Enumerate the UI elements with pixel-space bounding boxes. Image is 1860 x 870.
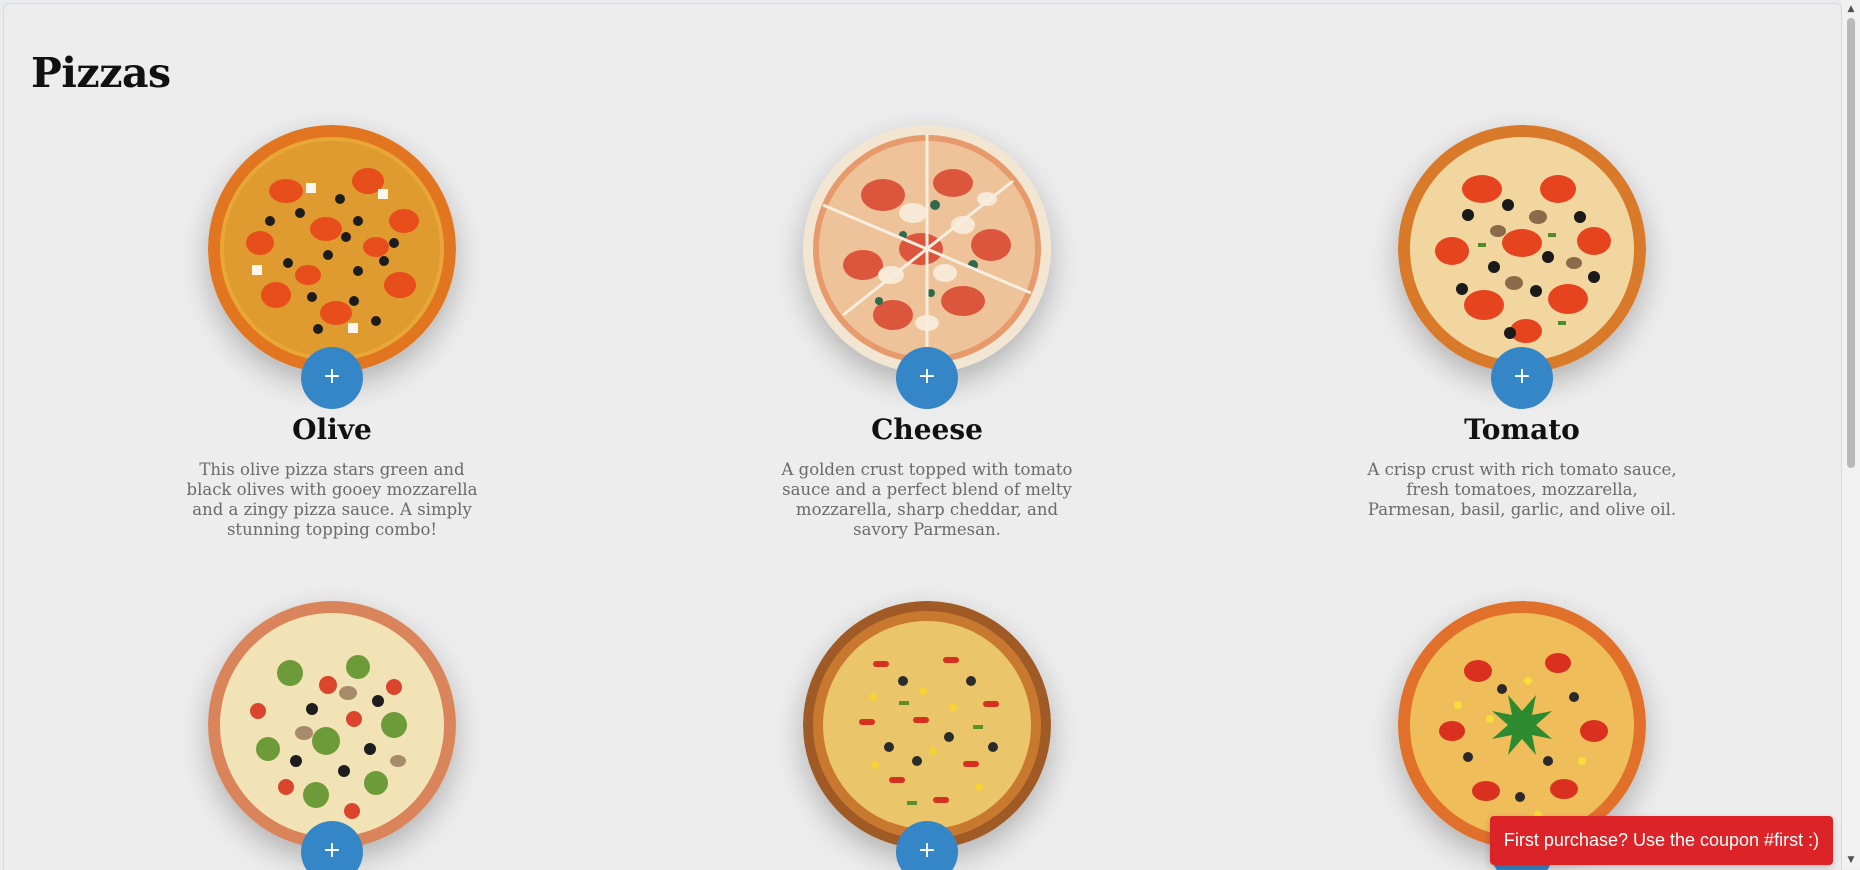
pizza-image	[208, 125, 456, 373]
pizza-description: This olive pizza stars green and black o…	[186, 460, 478, 539]
pizza-image	[1398, 125, 1646, 373]
add-to-cart-button[interactable]: +	[1491, 347, 1553, 409]
vertical-scrollbar[interactable]: ▲ ▼	[1842, 0, 1860, 869]
browser-viewport: Pizzas + Olive This olive pizza stars gr…	[3, 3, 1842, 870]
pizza-name: Tomato	[1464, 413, 1580, 446]
pizza-name: Cheese	[871, 413, 983, 446]
pizza-image	[803, 601, 1051, 849]
pizza-image	[208, 601, 456, 849]
pizza-grid: + Olive This olive pizza stars green and…	[4, 4, 1841, 870]
pizza-image	[1398, 601, 1646, 849]
pizza-name: Olive	[292, 413, 372, 446]
scroll-up-icon[interactable]: ▲	[1842, 0, 1860, 18]
pizza-image	[803, 125, 1051, 373]
add-to-cart-button[interactable]: +	[301, 347, 363, 409]
pizza-description: A crisp crust with rich tomato sauce, fr…	[1367, 460, 1677, 519]
scrollbar-thumb[interactable]	[1847, 18, 1855, 468]
coupon-toast[interactable]: First purchase? Use the coupon #first :)	[1490, 816, 1833, 865]
add-to-cart-button[interactable]: +	[896, 347, 958, 409]
pizza-description: A golden crust topped with tomato sauce …	[781, 460, 1073, 539]
scroll-down-icon[interactable]: ▼	[1842, 851, 1860, 869]
